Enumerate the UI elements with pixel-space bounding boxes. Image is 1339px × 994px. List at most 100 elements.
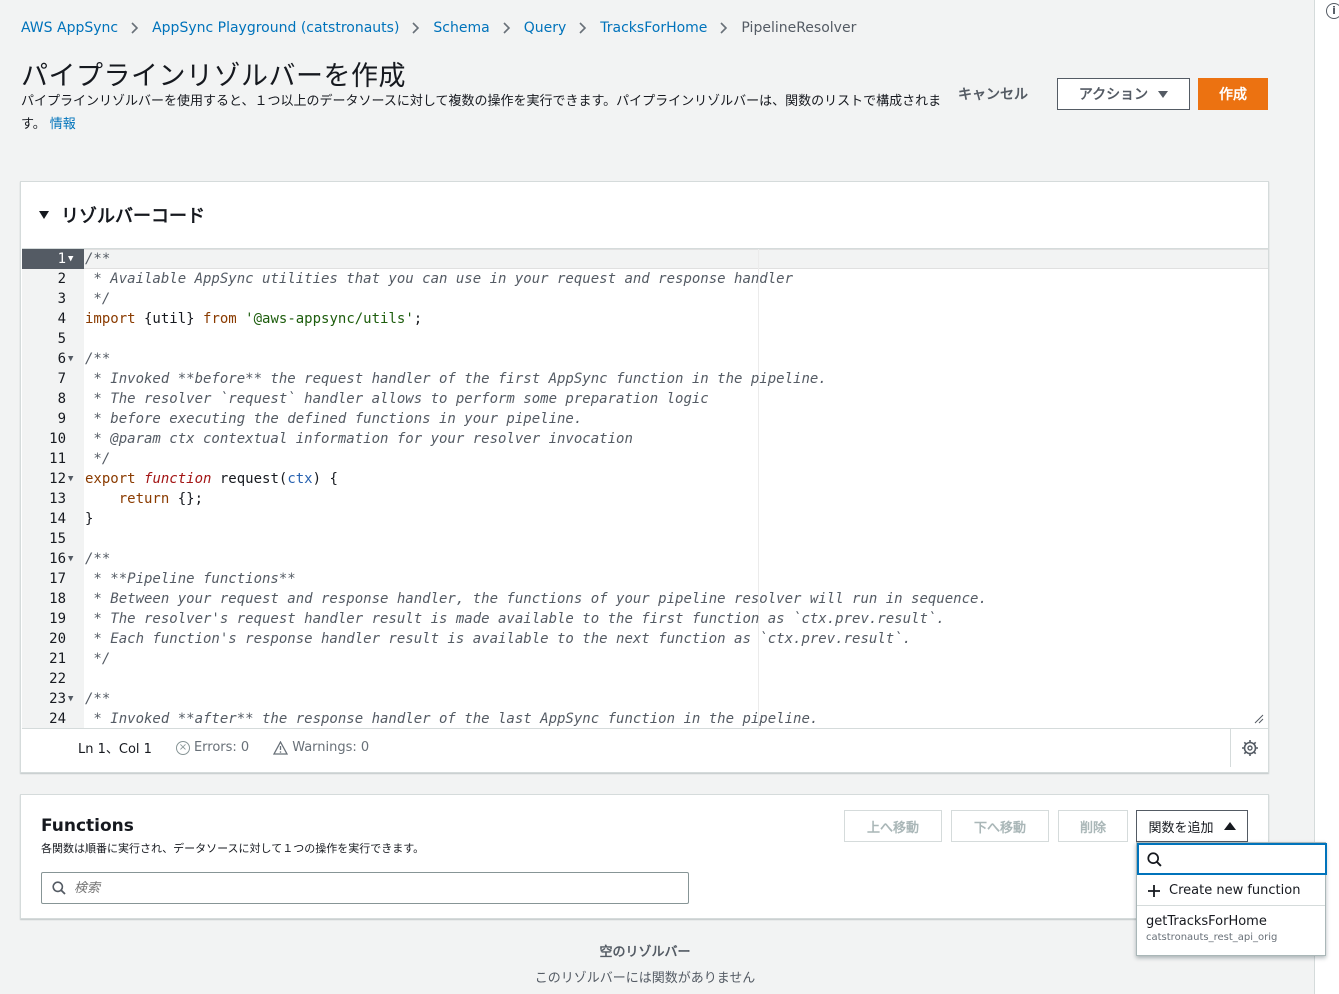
line-number: 24 (49, 711, 66, 727)
code-line[interactable]: 22 (22, 669, 1268, 689)
code-line[interactable]: 13 return {}; (22, 489, 1268, 509)
code-line[interactable]: 6 ▼ /** (22, 349, 1268, 369)
code-token: ctx (287, 471, 313, 487)
fold-toggle-icon[interactable]: ▼ (68, 549, 73, 569)
breadcrumb: AWS AppSync AppSync Playground (catstron… (21, 18, 856, 38)
add-function-dropdown: Create new function getTracksForHome cat… (1136, 842, 1327, 956)
info-link[interactable]: 情報 (50, 117, 76, 132)
code-editor[interactable]: 1 ▼/** 2 * Available AppSync utilities tha… (22, 248, 1268, 728)
dropdown-search[interactable] (1137, 843, 1327, 875)
line-number: 22 (49, 671, 66, 687)
function-option-name: getTracksForHome (1146, 914, 1267, 929)
code-line[interactable]: 12 ▼ export function request(ctx) { (22, 469, 1268, 489)
line-number: 16 (49, 551, 66, 567)
code-line[interactable]: 24 * Invoked **after** the response hand… (22, 709, 1268, 728)
code-line[interactable]: 2 * Available AppSync utilities that you… (22, 269, 1268, 289)
code-line[interactable]: 20 * Each function's response handler re… (22, 629, 1268, 649)
line-number: 11 (49, 451, 66, 467)
code-token: '@aws-appsync/utils' (245, 311, 414, 327)
create-button[interactable]: 作成 (1198, 78, 1268, 110)
code-line[interactable]: 23 ▼ /** (22, 689, 1268, 709)
breadcrumb-current: PipelineResolver (741, 20, 857, 36)
chevron-right-icon (503, 22, 511, 34)
cancel-button[interactable]: キャンセル (950, 80, 1036, 108)
errors-status[interactable]: × Errors: 0 (175, 740, 249, 755)
code-line[interactable]: 1 ▼ /** (22, 249, 1268, 269)
code-text: * Each function's response handler resul… (85, 629, 911, 649)
code-line[interactable]: 5 (22, 329, 1268, 349)
line-number: 5 (57, 331, 66, 347)
action-dropdown-button[interactable]: アクション (1057, 78, 1190, 110)
code-line[interactable]: 19 * The resolver's request handler resu… (22, 609, 1268, 629)
line-number: 8 (57, 391, 66, 407)
code-line[interactable]: 4 import {util} from '@aws-appsync/utils'… (22, 309, 1268, 329)
info-icon[interactable]: i (1326, 3, 1339, 19)
functions-search[interactable] (41, 872, 689, 904)
code-token: * Available AppSync utilities that you c… (85, 271, 794, 287)
code-token: * before executing the defined functions… (85, 411, 583, 427)
fold-toggle-icon[interactable]: ▼ (68, 249, 73, 269)
code-line[interactable]: 21 */ (22, 649, 1268, 669)
code-text: */ (85, 449, 110, 469)
line-number: 6 (57, 351, 66, 367)
gear-icon (1241, 740, 1258, 756)
resolver-code-header[interactable]: リゾルバーコード (39, 202, 205, 228)
code-line[interactable]: 7 * Invoked **before** the request handl… (22, 369, 1268, 389)
warnings-status[interactable]: Warnings: 0 (273, 740, 369, 755)
line-number: 12 (49, 471, 66, 487)
move-up-button[interactable]: 上へ移動 (844, 810, 942, 842)
code-token: ) { (312, 471, 338, 487)
code-line[interactable]: 11 */ (22, 449, 1268, 469)
breadcrumb-api[interactable]: AppSync Playground (catstronauts) (152, 20, 399, 36)
breadcrumb-field[interactable]: TracksForHome (600, 20, 707, 36)
fold-toggle-icon[interactable]: ▼ (68, 689, 73, 709)
chevron-right-icon (720, 22, 728, 34)
empty-state-description: このリゾルバーには関数がありません (534, 971, 756, 986)
code-line[interactable]: 15 (22, 529, 1268, 549)
code-token: from (203, 311, 237, 327)
editor-status-bar: Ln 1、Col 1 × Errors: 0 Warnings: 0 (22, 728, 1268, 767)
editor-settings-button[interactable] (1230, 729, 1268, 767)
dropdown-search-input[interactable] (1168, 851, 1318, 867)
code-line[interactable]: 9 * before executing the defined functio… (22, 409, 1268, 429)
code-text: return {}; (85, 489, 203, 509)
code-line[interactable]: 3 */ (22, 289, 1268, 309)
add-function-button[interactable]: 関数を追加 (1136, 810, 1248, 842)
fold-toggle-icon[interactable]: ▼ (68, 349, 73, 369)
code-text: * before executing the defined functions… (85, 409, 582, 429)
line-number: 18 (49, 591, 66, 607)
functions-search-input[interactable] (74, 880, 634, 896)
caret-up-icon (1223, 822, 1236, 830)
delete-button[interactable]: 削除 (1058, 810, 1128, 842)
breadcrumb-query[interactable]: Query (524, 20, 567, 36)
line-number: 7 (57, 371, 66, 387)
code-token: * The resolver's request handler result … (85, 611, 945, 627)
chevron-right-icon (579, 22, 587, 34)
code-line[interactable]: 14} (22, 509, 1268, 529)
code-token: * Each function's response handler resul… (85, 631, 912, 647)
line-number: 3 (57, 291, 66, 307)
code-text: */ (85, 289, 110, 309)
create-new-function-option[interactable]: Create new function (1137, 876, 1325, 906)
code-line[interactable]: 16 ▼ /** (22, 549, 1268, 569)
breadcrumb-appsync[interactable]: AWS AppSync (21, 20, 118, 36)
line-number: 15 (49, 531, 66, 547)
warnings-label: Warnings: 0 (292, 740, 370, 755)
code-text: * Available AppSync utilities that you c… (85, 269, 793, 289)
code-line[interactable]: 18 * Between your request and response h… (22, 589, 1268, 609)
code-token: /** (85, 691, 111, 707)
code-token: ; (413, 311, 423, 327)
code-text: * The resolver's request handler result … (85, 609, 945, 629)
code-line[interactable]: 8 * The resolver `request` handler allow… (22, 389, 1268, 409)
line-number: 21 (49, 651, 66, 667)
code-line[interactable]: 10 * @param ctx contextual information f… (22, 429, 1268, 449)
line-number: 9 (57, 411, 66, 427)
code-line[interactable]: 17 * **Pipeline functions** (22, 569, 1268, 589)
breadcrumb-schema[interactable]: Schema (433, 20, 489, 36)
code-token: * Between your request and response hand… (85, 591, 987, 607)
page-description: パイプラインリゾルバーを使用すると、１つ以上のデータソースに対して複数の操作を実… (21, 90, 951, 136)
move-down-button[interactable]: 下へ移動 (951, 810, 1049, 842)
expand-caret-icon (39, 211, 49, 219)
fold-toggle-icon[interactable]: ▼ (68, 469, 73, 489)
